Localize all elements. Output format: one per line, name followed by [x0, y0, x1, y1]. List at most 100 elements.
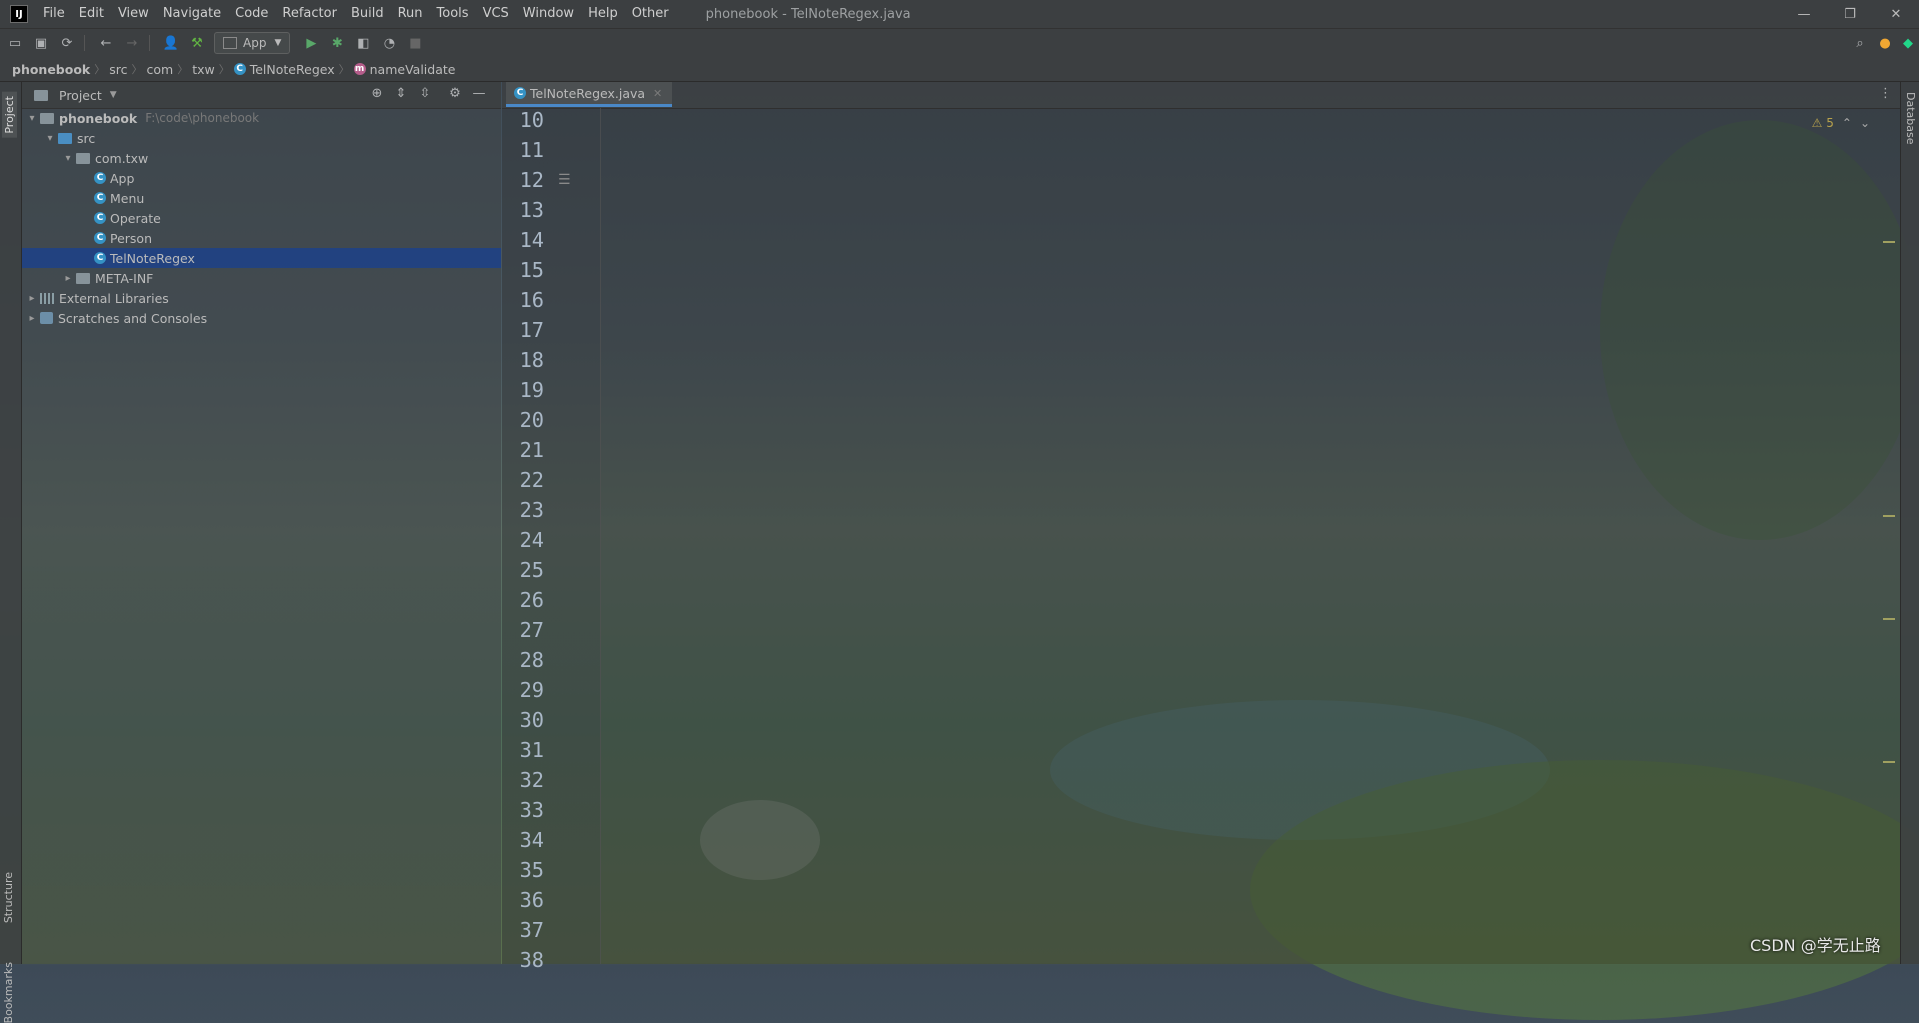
project-panel: Project ▼ ⊕ ⇕ ⇳ ⚙ — ▾ phonebook F:\code\…: [22, 82, 501, 964]
chevron-right-icon[interactable]: ▸: [62, 273, 74, 284]
code-editor[interactable]: ⚠ 5 ⌃ ⌄: [601, 108, 1900, 964]
debug-icon[interactable]: ✱: [326, 32, 348, 54]
run-icon[interactable]: ▶: [300, 32, 322, 54]
breadcrumb-src[interactable]: src: [105, 62, 131, 77]
chevron-down-icon[interactable]: ▾: [62, 153, 74, 164]
tree-item-project-root[interactable]: ▾ phonebook F:\code\phonebook: [22, 108, 505, 128]
menu-file[interactable]: File: [36, 0, 72, 28]
line-number: 17: [519, 318, 544, 342]
menu-navigate[interactable]: Navigate: [156, 0, 228, 28]
menu-help[interactable]: Help: [581, 0, 625, 28]
locate-icon[interactable]: ⊕: [368, 86, 386, 101]
error-stripe-mark[interactable]: [1883, 761, 1895, 763]
build-hammer-icon[interactable]: ⚒: [186, 32, 208, 54]
jetbrains-icon[interactable]: ◆: [1897, 32, 1919, 54]
chevron-right-icon[interactable]: ▸: [26, 293, 38, 304]
error-stripe-mark[interactable]: [1883, 515, 1895, 517]
error-stripe-mark[interactable]: [1883, 241, 1895, 243]
tree-item-class-operate[interactable]: C Operate: [22, 208, 573, 228]
menu-edit[interactable]: Edit: [72, 0, 111, 28]
more-vertical-icon[interactable]: ⋮: [1879, 86, 1892, 101]
update-icon[interactable]: ●: [1874, 32, 1896, 54]
database-tool-tab[interactable]: Database: [1904, 92, 1917, 145]
project-tool-tab[interactable]: Project: [2, 92, 17, 138]
profile-icon[interactable]: ◔: [378, 32, 400, 54]
menu-refactor[interactable]: Refactor: [275, 0, 344, 28]
tree-item-class-menu[interactable]: C Menu: [22, 188, 573, 208]
save-icon[interactable]: ▣: [30, 32, 52, 54]
run-config-icon: [223, 37, 237, 49]
tree-item-label: Menu: [110, 190, 145, 206]
tree-item-class-person[interactable]: C Person: [22, 228, 573, 248]
csdn-watermark: CSDN @学无止路: [1750, 936, 1881, 955]
tree-item-meta-inf[interactable]: ▸ META-INF: [22, 268, 541, 288]
chevron-down-icon[interactable]: ⌄: [1860, 116, 1870, 130]
bookmarks-tool-tab[interactable]: Bookmarks: [2, 962, 15, 1023]
hide-panel-icon[interactable]: —: [470, 86, 488, 101]
class-icon: C: [94, 212, 106, 224]
menu-run[interactable]: Run: [391, 0, 430, 28]
breadcrumb-class[interactable]: C TelNoteRegex: [230, 62, 339, 77]
tree-item-external-libraries[interactable]: ▸ External Libraries: [22, 288, 505, 308]
menu-view[interactable]: View: [111, 0, 156, 28]
source-folder-icon: [58, 132, 72, 144]
editor-gutter: 10 11 12 13 14 15 16 17 18 19 20 21 22 2…: [502, 108, 601, 972]
line-number: 26: [519, 588, 544, 612]
gear-icon[interactable]: ⚙: [446, 86, 464, 101]
tree-item-label: Operate: [110, 210, 161, 226]
chevron-up-icon[interactable]: ⌃: [1842, 116, 1852, 130]
window-title: phonebook - TelNoteRegex.java: [705, 6, 911, 22]
breadcrumb-separator: 〉: [177, 63, 189, 76]
collapse-all-icon[interactable]: ⇳: [416, 86, 434, 101]
breadcrumb-txw[interactable]: txw: [188, 62, 219, 77]
stop-icon[interactable]: ■: [404, 32, 426, 54]
tree-item-label: src: [77, 130, 96, 146]
back-icon[interactable]: ←: [95, 32, 117, 54]
project-panel-title[interactable]: Project: [59, 88, 102, 103]
forward-icon[interactable]: →: [121, 32, 143, 54]
intellij-logo-icon[interactable]: IJ: [10, 5, 28, 23]
menu-other[interactable]: Other: [625, 0, 676, 28]
tree-item-package[interactable]: ▾ com.txw: [22, 148, 541, 168]
inspection-widget[interactable]: ⚠ 5 ⌃ ⌄: [1812, 116, 1870, 130]
coverage-icon[interactable]: ◧: [352, 32, 374, 54]
restore-button[interactable]: ❐: [1827, 0, 1873, 28]
error-stripe-mark[interactable]: [1883, 618, 1895, 620]
sync-icon[interactable]: ⟳: [56, 32, 78, 54]
chevron-down-icon[interactable]: ▼: [110, 90, 117, 100]
doc-render-icon[interactable]: ☰: [558, 172, 571, 188]
breadcrumb-separator: 〉: [338, 63, 350, 76]
tree-item-scratches[interactable]: ▸ Scratches and Consoles: [22, 308, 505, 328]
minimize-button[interactable]: —: [1781, 0, 1827, 28]
tree-item-class-telnoteregex[interactable]: C TelNoteRegex: [22, 248, 501, 268]
breadcrumb-project[interactable]: phonebook: [0, 62, 94, 77]
tree-item-src[interactable]: ▾ src: [22, 128, 523, 148]
close-button[interactable]: ✕: [1873, 0, 1919, 28]
chevron-down-icon[interactable]: ▾: [44, 133, 56, 144]
tree-item-class-app[interactable]: C App: [22, 168, 573, 188]
line-number: 28: [519, 648, 544, 672]
chevron-down-icon[interactable]: ▾: [26, 113, 38, 124]
menu-build[interactable]: Build: [344, 0, 391, 28]
breadcrumb-com[interactable]: com: [143, 62, 178, 77]
breadcrumb-method[interactable]: m nameValidate: [350, 62, 460, 77]
tree-item-label: App: [110, 170, 135, 186]
menu-vcs[interactable]: VCS: [476, 0, 516, 28]
tree-item-label: Person: [110, 230, 153, 246]
search-icon[interactable]: ⌕: [1849, 32, 1871, 54]
breadcrumb-class-label: TelNoteRegex: [249, 61, 335, 77]
line-number: 37: [519, 918, 544, 942]
breadcrumb-separator: 〉: [131, 63, 143, 76]
user-icon[interactable]: 👤: [160, 32, 182, 54]
run-configuration-select[interactable]: App ▼: [214, 32, 291, 54]
menu-code[interactable]: Code: [228, 0, 275, 28]
structure-tool-tab[interactable]: Structure: [2, 872, 15, 923]
menu-window[interactable]: Window: [516, 0, 581, 28]
open-icon[interactable]: ▭: [4, 32, 26, 54]
editor-tab-telnoteregex[interactable]: C TelNoteRegex.java ✕: [506, 82, 673, 107]
menu-tools[interactable]: Tools: [430, 0, 476, 28]
close-icon[interactable]: ✕: [653, 87, 662, 100]
line-number: 15: [519, 258, 544, 282]
expand-all-icon[interactable]: ⇕: [392, 86, 410, 101]
chevron-right-icon[interactable]: ▸: [26, 313, 38, 324]
